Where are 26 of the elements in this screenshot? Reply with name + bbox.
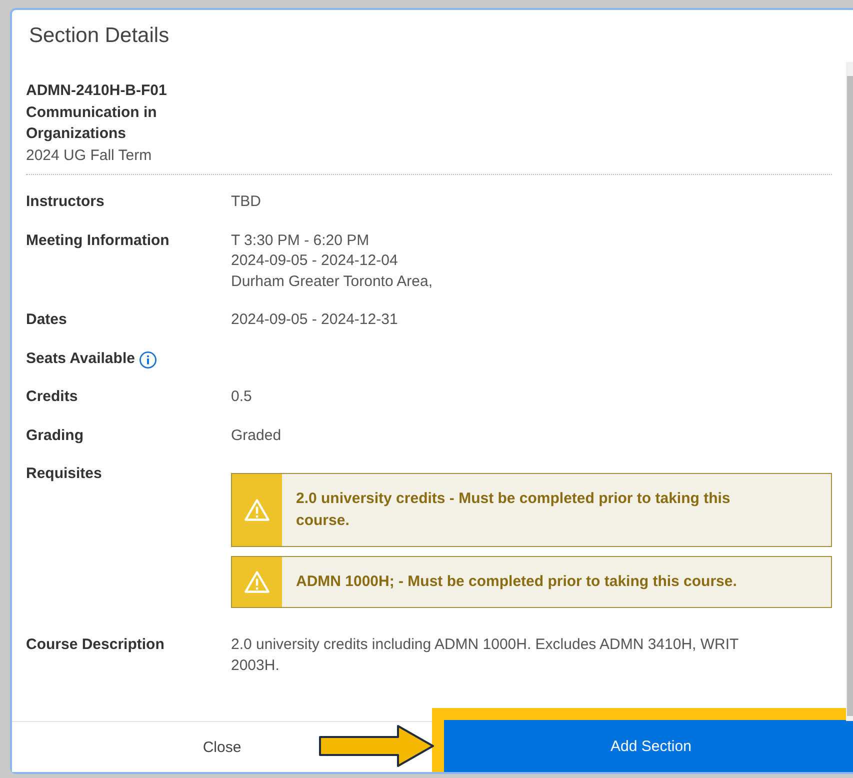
term-text: 2024 UG Fall Term (26, 146, 153, 166)
dialog-title: Section Details (28, 23, 170, 49)
alert-text: ADMN 1000H; - Must be completed prior to taking this course. (295, 572, 738, 592)
section-code: ADMN-2410H-B-F01 (26, 81, 168, 101)
course-name: Communication in Organizations (26, 102, 158, 144)
detail-value: 2024-09-05 - 2024-12-31 (231, 310, 399, 330)
detail-value: 0.5 (231, 387, 253, 407)
warning-icon (244, 570, 270, 594)
add-section-button[interactable]: Add Section (444, 720, 853, 772)
detail-label: Seats Available (26, 348, 135, 368)
detail-value: Durham Greater Toronto Area, (231, 272, 434, 292)
detail-value: TBD (231, 192, 262, 212)
detail-label: Grading (26, 426, 84, 446)
warning-icon (244, 498, 270, 522)
detail-value: 2024-09-05 - 2024-12-04 (231, 251, 399, 271)
detail-label: Credits (26, 387, 78, 407)
detail-label: Instructors (26, 192, 104, 212)
detail-value: Graded (231, 426, 282, 446)
info-icon[interactable] (138, 350, 157, 368)
detail-label: Dates (26, 310, 67, 330)
detail-value: 2.0 university credits including ADMN 1000H. Excludes ADMN 3410H, WRIT 2003H. (231, 635, 740, 676)
detail-label: Meeting Information (26, 230, 170, 250)
detail-label: Course Description (26, 635, 164, 655)
detail-label: Requisites (26, 464, 102, 484)
alert-text: 2.0 university credits - Must be completed prior to taking this course. (295, 489, 732, 531)
detail-value: T 3:30 PM - 6:20 PM (231, 230, 370, 250)
